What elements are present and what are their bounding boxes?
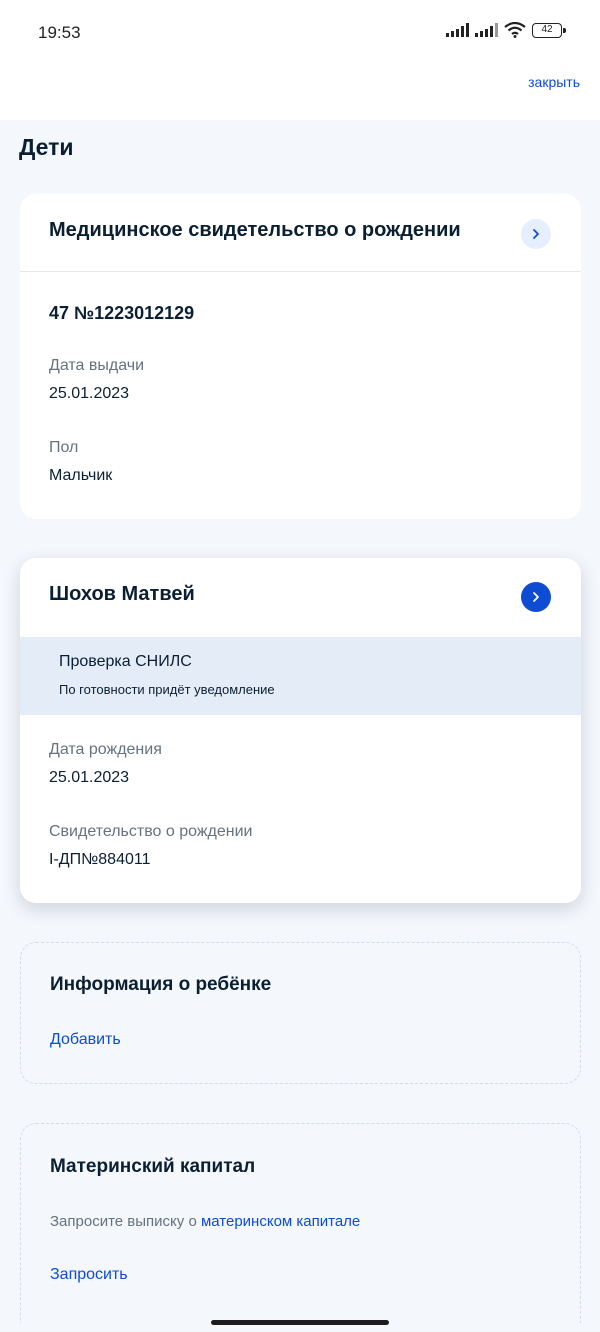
issue-date-label: Дата выдачи (49, 357, 145, 374)
child-name: Шохов Матвей (49, 583, 195, 605)
birth-date-label: Дата рождения (49, 741, 162, 758)
maternity-capital-title: Материнский капитал (50, 1156, 256, 1177)
wifi-icon (504, 22, 526, 38)
child-info-title: Информация о ребёнке (50, 974, 272, 995)
document-number: 47 №1223012129 (49, 303, 195, 323)
child-info-section: Информация о ребёнке Добавить (20, 942, 581, 1084)
top-bar: закрыть (0, 66, 600, 120)
chevron-right-icon[interactable] (521, 219, 551, 249)
maternity-text-prefix: Запросите выписку о (50, 1213, 197, 1230)
maternity-capital-link[interactable]: материнском капитале (201, 1213, 360, 1230)
child-card[interactable]: Шохов Матвей Проверка СНИЛС По готовност… (20, 558, 581, 903)
gender-value: Мальчик (49, 467, 113, 484)
birth-date-value: 25.01.2023 (49, 769, 130, 786)
birth-cert-value: I-ДП№884011 (49, 851, 151, 868)
card-title: Медицинское свидетельство о рождении (49, 219, 461, 241)
signal-icon-2 (475, 23, 498, 37)
page-title: Дети (19, 134, 74, 160)
snils-title: Проверка СНИЛС (59, 653, 192, 670)
close-button[interactable]: закрыть (528, 74, 580, 90)
status-time: 19:53 (38, 23, 81, 42)
card-header: Медицинское свидетельство о рождении (20, 194, 581, 272)
maternity-capital-text: Запросите выписку о материнском капитале (50, 1213, 360, 1230)
maternity-capital-section: Материнский капитал Запросите выписку о … (20, 1123, 581, 1323)
issue-date-value: 25.01.2023 (49, 385, 130, 402)
birth-cert-label: Свидетельство о рождении (49, 823, 253, 840)
snils-status-banner: Проверка СНИЛС По готовности придёт увед… (20, 637, 581, 715)
gender-label: Пол (49, 439, 79, 456)
medical-certificate-card[interactable]: Медицинское свидетельство о рождении 47 … (20, 194, 581, 519)
chevron-right-icon[interactable] (521, 582, 551, 612)
add-button[interactable]: Добавить (50, 1031, 121, 1049)
home-indicator[interactable] (211, 1320, 389, 1325)
status-icons: 42 (446, 22, 566, 38)
snils-note: По готовности придёт уведомление (59, 682, 275, 697)
card-header: Шохов Матвей (20, 558, 581, 636)
signal-icon (446, 23, 469, 37)
status-bar: 19:53 42 (0, 0, 600, 66)
battery-icon: 42 (532, 22, 566, 38)
request-button[interactable]: Запросить (50, 1266, 128, 1284)
